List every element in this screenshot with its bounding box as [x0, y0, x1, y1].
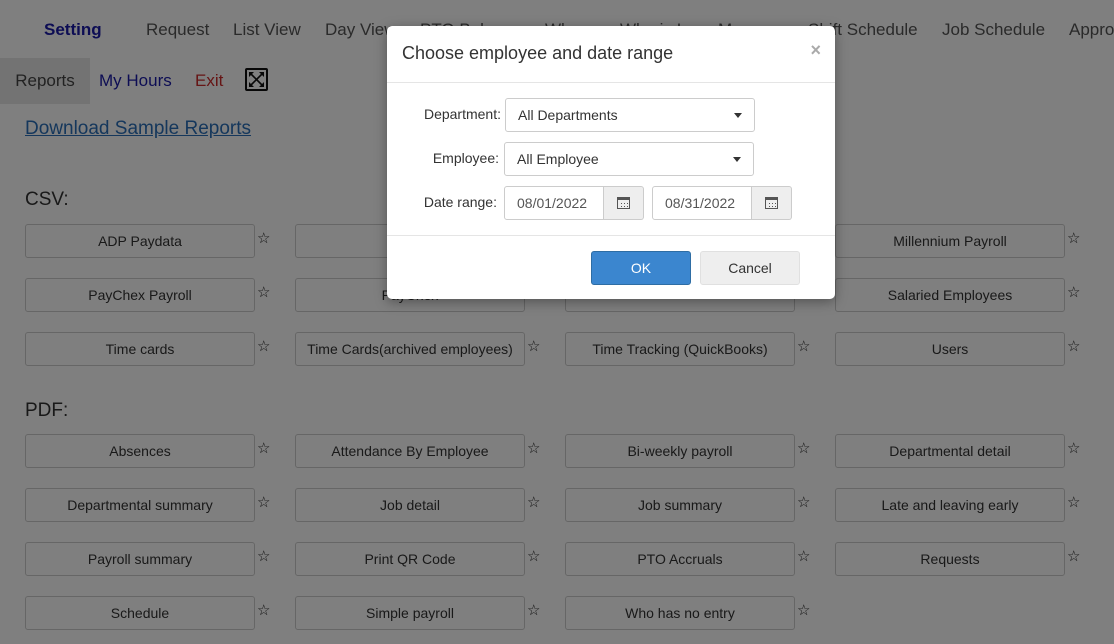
date-to-input[interactable]: 08/31/2022: [652, 186, 752, 220]
department-select-value: All Departments: [518, 107, 618, 123]
calendar-icon: [617, 197, 630, 209]
dialog-title: Choose employee and date range: [402, 43, 674, 63]
department-label: Department:: [423, 106, 501, 122]
date-range-label: Date range:: [423, 194, 497, 210]
date-from-calendar-button[interactable]: [604, 186, 644, 220]
calendar-icon: [765, 197, 778, 209]
date-range-dialog: Choose employee and date range × Departm…: [387, 26, 835, 299]
department-select[interactable]: All Departments: [505, 98, 755, 132]
header-divider: [387, 82, 835, 83]
employee-select[interactable]: All Employee: [504, 142, 754, 176]
chevron-down-icon: [734, 113, 742, 118]
employee-select-value: All Employee: [517, 151, 599, 167]
date-from-input[interactable]: 08/01/2022: [504, 186, 604, 220]
cancel-button[interactable]: Cancel: [700, 251, 800, 285]
date-to-calendar-button[interactable]: [752, 186, 792, 220]
chevron-down-icon: [733, 157, 741, 162]
ok-button[interactable]: OK: [591, 251, 691, 285]
close-icon[interactable]: ×: [810, 40, 821, 61]
footer-divider: [387, 235, 835, 236]
employee-label: Employee:: [432, 150, 499, 166]
